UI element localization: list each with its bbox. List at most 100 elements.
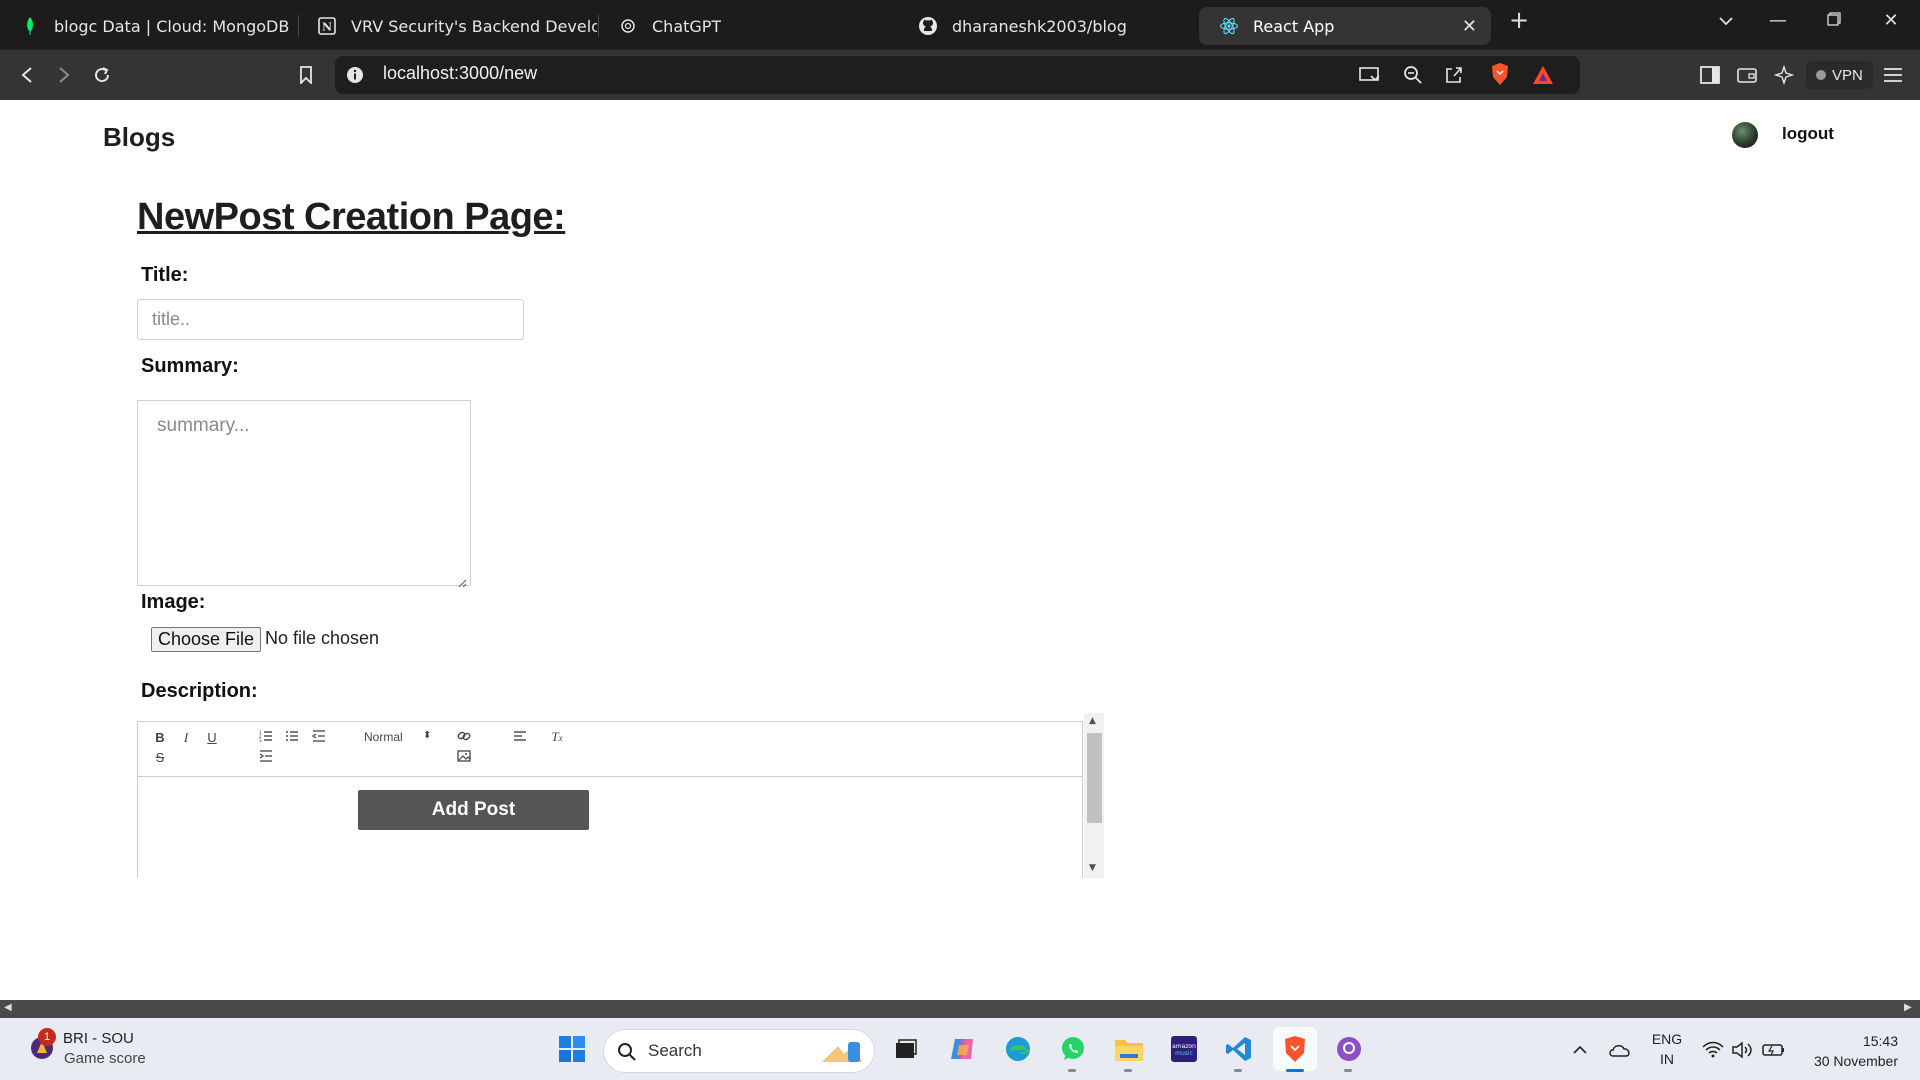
leo-ai-icon[interactable] (1771, 62, 1797, 88)
clock-date: 30 November (1813, 1053, 1898, 1069)
cast-icon[interactable] (1357, 62, 1383, 88)
title-label: Title: (141, 264, 189, 286)
tab-label: VRV Security's Backend Developer In (351, 16, 597, 36)
scroll-up-arrow-icon[interactable]: ▲ (1089, 716, 1096, 726)
align-icon[interactable] (510, 730, 530, 746)
search-icon (614, 1039, 640, 1065)
back-button[interactable] (14, 62, 40, 88)
tab-mongodb[interactable]: blogc Data | Cloud: MongoDB Cloud (0, 7, 295, 45)
volume-icon[interactable] (1729, 1037, 1755, 1063)
editor-toolbar: B I U S 123 Normal ⬍ Tx (138, 722, 1082, 777)
image-icon[interactable] (454, 750, 474, 766)
scroll-left-arrow-icon[interactable]: ◀ (4, 1002, 12, 1013)
header-select[interactable]: Normal (364, 730, 403, 744)
choose-file-button[interactable]: Choose File (151, 627, 262, 652)
tab-chatgpt[interactable]: ChatGPT (598, 7, 898, 45)
zoom-icon[interactable] (1400, 62, 1426, 88)
wallet-icon[interactable] (1734, 62, 1760, 88)
vscode-icon[interactable] (1219, 1029, 1259, 1069)
site-info-icon[interactable] (342, 62, 368, 88)
horizontal-scrollbar[interactable] (0, 1000, 1920, 1018)
edge-icon[interactable] (998, 1029, 1038, 1069)
share-icon[interactable] (1441, 62, 1467, 88)
sidebar-icon[interactable] (1697, 62, 1723, 88)
bullet-list-icon[interactable] (282, 730, 302, 746)
running-indicator (1068, 1069, 1076, 1072)
add-post-button[interactable]: Add Post (358, 790, 589, 830)
file-explorer-icon[interactable] (1109, 1029, 1149, 1069)
search-label: Search (648, 1041, 702, 1060)
new-tab-button[interactable]: + (1504, 6, 1534, 34)
windows-start-icon[interactable] (552, 1029, 592, 1069)
file-status-text: No file chosen (265, 628, 380, 648)
reload-button[interactable] (89, 62, 115, 88)
bold-icon[interactable]: B (150, 730, 170, 745)
title-input[interactable] (137, 299, 524, 340)
system-clock[interactable]: 15:43 30 November (1814, 1031, 1898, 1071)
outdent-icon[interactable] (309, 730, 329, 746)
tab-github[interactable]: dharaneshk2003/blog (898, 7, 1198, 45)
whatsapp-icon[interactable] (1053, 1029, 1093, 1069)
restore-button[interactable] (1819, 10, 1849, 31)
amazon-music-icon[interactable]: amazon music (1164, 1029, 1204, 1069)
widget-title[interactable]: BRI - SOU (63, 1030, 134, 1047)
github-desktop-icon[interactable] (1329, 1029, 1369, 1069)
resize-handle-icon[interactable] (457, 573, 467, 588)
vpn-button[interactable]: VPN (1806, 61, 1873, 89)
brave-browser-icon[interactable] (1273, 1027, 1317, 1071)
url-text[interactable]: localhost:3000/new (383, 63, 537, 84)
clear-format-icon[interactable]: Tx (547, 729, 567, 745)
widget-subtitle[interactable]: Game score (64, 1050, 146, 1067)
svg-text:music: music (1175, 1050, 1193, 1057)
wifi-icon[interactable] (1700, 1037, 1726, 1063)
italic-icon[interactable]: I (176, 730, 196, 746)
scroll-down-arrow-icon[interactable]: ▼ (1089, 863, 1096, 873)
chatgpt-icon (618, 16, 638, 36)
select-arrows-icon: ⬍ (423, 730, 432, 741)
battery-icon[interactable] (1761, 1037, 1787, 1063)
summary-label: Summary: (141, 355, 239, 377)
menu-icon[interactable] (1880, 62, 1906, 88)
close-window-button[interactable]: ✕ (1876, 10, 1906, 31)
tab-react-app[interactable]: React App ✕ (1199, 7, 1491, 45)
description-editor[interactable]: B I U S 123 Normal ⬍ Tx (137, 721, 1083, 878)
brave-shields-icon[interactable] (1487, 61, 1513, 87)
description-label: Description: (141, 680, 258, 702)
tab-label: ChatGPT (652, 16, 722, 36)
scrollbar-thumb[interactable] (1087, 733, 1102, 823)
bookmark-icon[interactable] (293, 62, 319, 88)
strike-icon[interactable]: S (150, 750, 170, 765)
active-app-indicator (1286, 1069, 1304, 1072)
notion-icon: N (317, 16, 337, 36)
tab-label: dharaneshk2003/blog (952, 16, 1127, 36)
chevron-down-icon[interactable] (1711, 10, 1741, 31)
running-indicator (1234, 1069, 1242, 1072)
brand-logo[interactable]: Blogs (103, 122, 175, 153)
svg-text:3: 3 (259, 738, 262, 742)
image-label: Image: (141, 591, 206, 613)
chevron-up-icon[interactable] (1567, 1037, 1593, 1063)
copilot-icon[interactable] (943, 1029, 983, 1069)
language-region[interactable]: IN (1650, 1051, 1684, 1067)
minimize-button[interactable]: — (1763, 10, 1793, 31)
avatar[interactable] (1732, 122, 1758, 148)
task-view-icon[interactable] (886, 1029, 926, 1069)
ordered-list-icon[interactable]: 123 (256, 730, 276, 746)
underline-icon[interactable]: U (202, 730, 222, 745)
tab-label: React App (1253, 16, 1335, 36)
language-indicator[interactable]: ENG (1650, 1031, 1684, 1047)
scroll-right-arrow-icon[interactable]: ▶ (1904, 1002, 1912, 1013)
clock-time: 15:43 (1862, 1033, 1898, 1049)
onedrive-icon[interactable] (1607, 1037, 1633, 1063)
svg-text:N: N (322, 21, 332, 34)
tab-label: blogc Data | Cloud: MongoDB Cloud (54, 16, 295, 36)
react-icon (1219, 16, 1239, 36)
brave-rewards-icon[interactable] (1530, 62, 1556, 88)
link-icon[interactable] (454, 730, 474, 746)
close-icon[interactable]: ✕ (1462, 16, 1477, 37)
forward-button[interactable] (51, 62, 77, 88)
summary-textarea[interactable] (137, 400, 471, 586)
indent-icon[interactable] (256, 750, 276, 766)
tab-notion[interactable]: N VRV Security's Backend Developer In (297, 7, 597, 45)
logout-link[interactable]: logout (1782, 124, 1834, 144)
